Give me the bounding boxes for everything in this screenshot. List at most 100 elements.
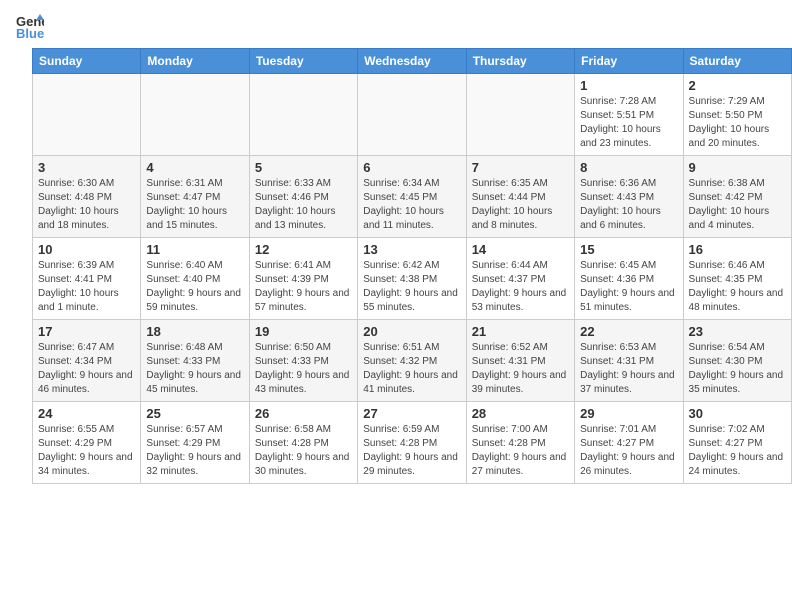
calendar-cell: 23 Sunrise: 6:54 AM Sunset: 4:30 PM Dayli… <box>683 320 791 402</box>
calendar-cell: 29 Sunrise: 7:01 AM Sunset: 4:27 PM Dayli… <box>575 402 683 484</box>
calendar-header-row: SundayMondayTuesdayWednesdayThursdayFrid… <box>33 49 792 74</box>
day-number: 1 <box>580 78 677 93</box>
day-number: 25 <box>146 406 243 421</box>
calendar-container: SundayMondayTuesdayWednesdayThursdayFrid… <box>0 48 792 484</box>
day-number: 20 <box>363 324 460 339</box>
day-info: Sunrise: 6:55 AM Sunset: 4:29 PM Dayligh… <box>38 423 135 479</box>
weekday-header-thursday: Thursday <box>466 49 574 74</box>
calendar-cell: 28 Sunrise: 7:00 AM Sunset: 4:28 PM Dayli… <box>466 402 574 484</box>
day-number: 26 <box>255 406 352 421</box>
day-info: Sunrise: 6:53 AM Sunset: 4:31 PM Dayligh… <box>580 341 677 397</box>
calendar-cell: 3 Sunrise: 6:30 AM Sunset: 4:48 PM Daylig… <box>33 156 141 238</box>
weekday-header-friday: Friday <box>575 49 683 74</box>
day-info: Sunrise: 6:35 AM Sunset: 4:44 PM Dayligh… <box>472 177 569 233</box>
calendar-week-2: 3 Sunrise: 6:30 AM Sunset: 4:48 PM Daylig… <box>33 156 792 238</box>
day-info: Sunrise: 6:57 AM Sunset: 4:29 PM Dayligh… <box>146 423 243 479</box>
day-info: Sunrise: 6:30 AM Sunset: 4:48 PM Dayligh… <box>38 177 135 233</box>
day-number: 16 <box>689 242 786 257</box>
calendar-cell: 22 Sunrise: 6:53 AM Sunset: 4:31 PM Dayli… <box>575 320 683 402</box>
calendar-cell: 11Sunrise: 6:40 AM Sunset: 4:40 PM Dayli… <box>141 238 249 320</box>
day-info: Sunrise: 7:29 AM Sunset: 5:50 PM Dayligh… <box>689 95 786 151</box>
calendar-week-1: 1Sunrise: 7:28 AM Sunset: 5:51 PM Daylig… <box>33 74 792 156</box>
day-info: Sunrise: 6:54 AM Sunset: 4:30 PM Dayligh… <box>689 341 786 397</box>
calendar-cell: 27 Sunrise: 6:59 AM Sunset: 4:28 PM Dayli… <box>358 402 466 484</box>
day-info: Sunrise: 6:50 AM Sunset: 4:33 PM Dayligh… <box>255 341 352 397</box>
weekday-header-tuesday: Tuesday <box>249 49 357 74</box>
svg-text:Blue: Blue <box>16 26 44 40</box>
day-info: Sunrise: 6:41 AM Sunset: 4:39 PM Dayligh… <box>255 259 352 315</box>
day-info: Sunrise: 6:45 AM Sunset: 4:36 PM Dayligh… <box>580 259 677 315</box>
day-info: Sunrise: 6:59 AM Sunset: 4:28 PM Dayligh… <box>363 423 460 479</box>
day-info: Sunrise: 7:01 AM Sunset: 4:27 PM Dayligh… <box>580 423 677 479</box>
day-number: 17 <box>38 324 135 339</box>
day-number: 24 <box>38 406 135 421</box>
calendar-cell: 25 Sunrise: 6:57 AM Sunset: 4:29 PM Dayli… <box>141 402 249 484</box>
calendar-cell: 19 Sunrise: 6:50 AM Sunset: 4:33 PM Dayli… <box>249 320 357 402</box>
day-info: Sunrise: 6:44 AM Sunset: 4:37 PM Dayligh… <box>472 259 569 315</box>
logo: General Blue <box>16 12 48 40</box>
day-number: 9 <box>689 160 786 175</box>
calendar-cell: 17 Sunrise: 6:47 AM Sunset: 4:34 PM Dayli… <box>33 320 141 402</box>
calendar-cell: 7 Sunrise: 6:35 AM Sunset: 4:44 PM Daylig… <box>466 156 574 238</box>
weekday-header-sunday: Sunday <box>33 49 141 74</box>
calendar-week-4: 17 Sunrise: 6:47 AM Sunset: 4:34 PM Dayli… <box>33 320 792 402</box>
calendar-week-3: 10 Sunrise: 6:39 AM Sunset: 4:41 PM Dayli… <box>33 238 792 320</box>
day-number: 6 <box>363 160 460 175</box>
day-info: Sunrise: 6:51 AM Sunset: 4:32 PM Dayligh… <box>363 341 460 397</box>
calendar-cell <box>33 74 141 156</box>
day-number: 28 <box>472 406 569 421</box>
calendar-cell: 24 Sunrise: 6:55 AM Sunset: 4:29 PM Dayli… <box>33 402 141 484</box>
calendar-cell: 6 Sunrise: 6:34 AM Sunset: 4:45 PM Daylig… <box>358 156 466 238</box>
day-number: 21 <box>472 324 569 339</box>
day-number: 5 <box>255 160 352 175</box>
day-info: Sunrise: 6:31 AM Sunset: 4:47 PM Dayligh… <box>146 177 243 233</box>
weekday-header-monday: Monday <box>141 49 249 74</box>
day-info: Sunrise: 6:36 AM Sunset: 4:43 PM Dayligh… <box>580 177 677 233</box>
calendar-cell: 21Sunrise: 6:52 AM Sunset: 4:31 PM Dayli… <box>466 320 574 402</box>
day-info: Sunrise: 6:34 AM Sunset: 4:45 PM Dayligh… <box>363 177 460 233</box>
day-info: Sunrise: 6:47 AM Sunset: 4:34 PM Dayligh… <box>38 341 135 397</box>
day-info: Sunrise: 6:58 AM Sunset: 4:28 PM Dayligh… <box>255 423 352 479</box>
day-number: 22 <box>580 324 677 339</box>
calendar-cell: 16 Sunrise: 6:46 AM Sunset: 4:35 PM Dayli… <box>683 238 791 320</box>
calendar-cell: 30Sunrise: 7:02 AM Sunset: 4:27 PM Dayli… <box>683 402 791 484</box>
calendar-cell: 10 Sunrise: 6:39 AM Sunset: 4:41 PM Dayli… <box>33 238 141 320</box>
day-info: Sunrise: 6:46 AM Sunset: 4:35 PM Dayligh… <box>689 259 786 315</box>
day-number: 19 <box>255 324 352 339</box>
day-info: Sunrise: 6:33 AM Sunset: 4:46 PM Dayligh… <box>255 177 352 233</box>
calendar-cell <box>249 74 357 156</box>
calendar-body: 1Sunrise: 7:28 AM Sunset: 5:51 PM Daylig… <box>33 74 792 484</box>
day-number: 15 <box>580 242 677 257</box>
calendar-cell: 26 Sunrise: 6:58 AM Sunset: 4:28 PM Dayli… <box>249 402 357 484</box>
logo-icon: General Blue <box>16 12 44 40</box>
calendar-cell: 12 Sunrise: 6:41 AM Sunset: 4:39 PM Dayli… <box>249 238 357 320</box>
day-number: 14 <box>472 242 569 257</box>
calendar-cell: 2Sunrise: 7:29 AM Sunset: 5:50 PM Daylig… <box>683 74 791 156</box>
day-number: 10 <box>38 242 135 257</box>
day-info: Sunrise: 6:39 AM Sunset: 4:41 PM Dayligh… <box>38 259 135 315</box>
calendar-cell: 5 Sunrise: 6:33 AM Sunset: 4:46 PM Daylig… <box>249 156 357 238</box>
day-info: Sunrise: 7:00 AM Sunset: 4:28 PM Dayligh… <box>472 423 569 479</box>
day-number: 27 <box>363 406 460 421</box>
day-info: Sunrise: 6:48 AM Sunset: 4:33 PM Dayligh… <box>146 341 243 397</box>
day-info: Sunrise: 6:38 AM Sunset: 4:42 PM Dayligh… <box>689 177 786 233</box>
day-number: 12 <box>255 242 352 257</box>
calendar-cell: 9 Sunrise: 6:38 AM Sunset: 4:42 PM Daylig… <box>683 156 791 238</box>
page-header: General Blue <box>0 0 792 48</box>
day-number: 23 <box>689 324 786 339</box>
calendar-cell: 1Sunrise: 7:28 AM Sunset: 5:51 PM Daylig… <box>575 74 683 156</box>
weekday-header-wednesday: Wednesday <box>358 49 466 74</box>
calendar-cell: 20 Sunrise: 6:51 AM Sunset: 4:32 PM Dayli… <box>358 320 466 402</box>
day-number: 13 <box>363 242 460 257</box>
day-number: 3 <box>38 160 135 175</box>
calendar-cell: 13 Sunrise: 6:42 AM Sunset: 4:38 PM Dayli… <box>358 238 466 320</box>
day-number: 29 <box>580 406 677 421</box>
calendar-cell: 14 Sunrise: 6:44 AM Sunset: 4:37 PM Dayli… <box>466 238 574 320</box>
calendar-cell: 4Sunrise: 6:31 AM Sunset: 4:47 PM Daylig… <box>141 156 249 238</box>
calendar-cell <box>466 74 574 156</box>
day-info: Sunrise: 6:40 AM Sunset: 4:40 PM Dayligh… <box>146 259 243 315</box>
day-info: Sunrise: 6:42 AM Sunset: 4:38 PM Dayligh… <box>363 259 460 315</box>
day-number: 7 <box>472 160 569 175</box>
day-info: Sunrise: 7:02 AM Sunset: 4:27 PM Dayligh… <box>689 423 786 479</box>
calendar-cell: 15 Sunrise: 6:45 AM Sunset: 4:36 PM Dayli… <box>575 238 683 320</box>
